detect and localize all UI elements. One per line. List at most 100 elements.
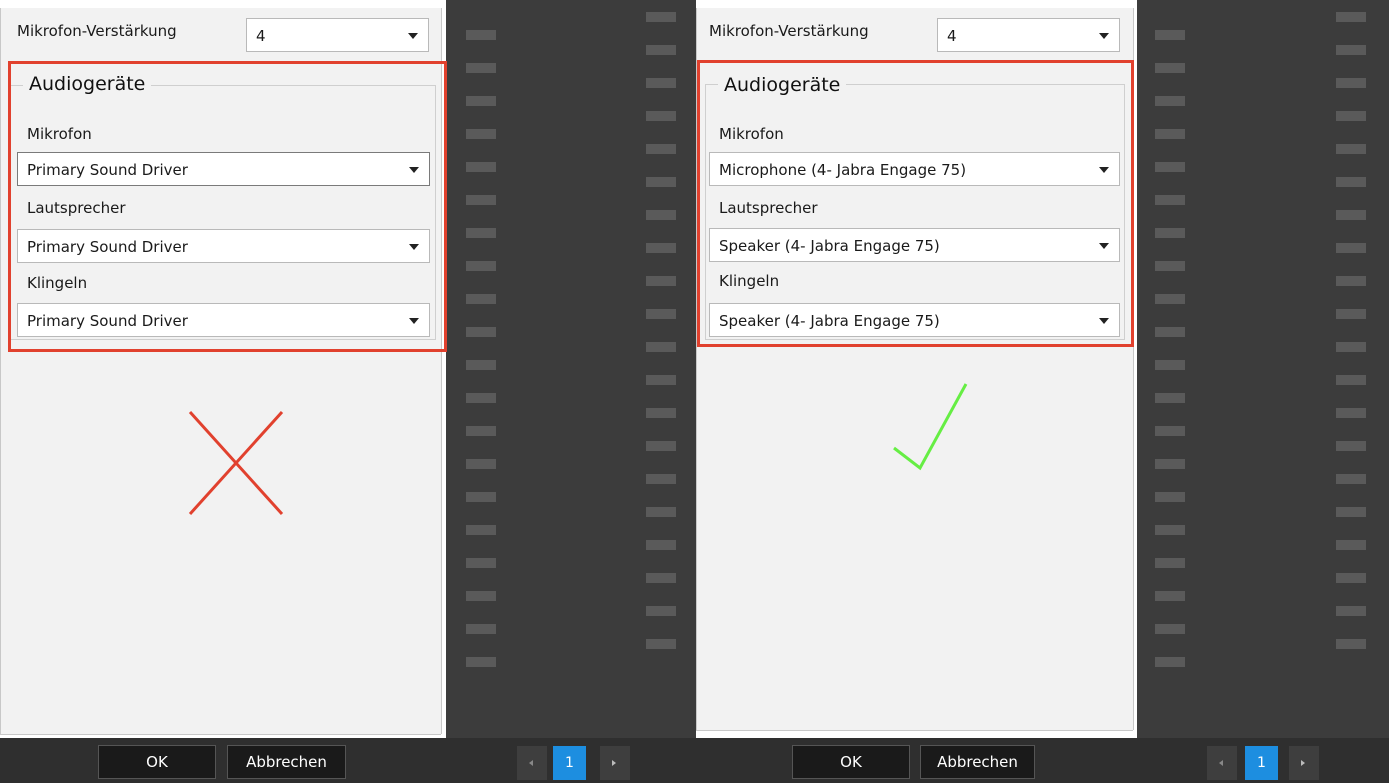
placeholder-strip: [1336, 540, 1366, 550]
placeholder-strip: [1155, 261, 1185, 271]
placeholder-strip: [1336, 111, 1366, 121]
panel-bottom-edge-left: [0, 734, 441, 735]
placeholder-strip: [1336, 375, 1366, 385]
placeholder-strip: [1155, 393, 1185, 403]
placeholder-strip: [646, 144, 676, 154]
placeholder-strip: [1336, 606, 1366, 616]
placeholder-strip: [1155, 129, 1185, 139]
placeholder-strip: [466, 360, 496, 370]
placeholder-strip: [1336, 474, 1366, 484]
placeholder-strip: [646, 276, 676, 286]
pager-next-button[interactable]: [600, 746, 630, 780]
placeholder-strip: [466, 426, 496, 436]
placeholder-strip: [646, 441, 676, 451]
placeholder-strip: [1336, 573, 1366, 583]
placeholder-strip: [1155, 624, 1185, 634]
placeholder-strip: [1155, 492, 1185, 502]
placeholder-strip: [1336, 243, 1366, 253]
placeholder-strip: [1155, 162, 1185, 172]
pager-prev-button[interactable]: [517, 746, 547, 780]
placeholder-strip: [466, 393, 496, 403]
placeholder-strip: [1336, 639, 1366, 649]
chevron-down-icon: [1099, 33, 1109, 39]
placeholder-strip: [1336, 441, 1366, 451]
placeholder-strip: [1155, 228, 1185, 238]
placeholder-strip: [1155, 360, 1185, 370]
chevron-left-icon: [529, 760, 533, 766]
placeholder-strip: [466, 96, 496, 106]
placeholder-strip: [466, 294, 496, 304]
placeholder-strip: [466, 228, 496, 238]
pager-prev-button[interactable]: [1207, 746, 1237, 780]
placeholder-strip: [1155, 327, 1185, 337]
chevron-right-icon: [612, 760, 616, 766]
chevron-down-icon: [408, 33, 418, 39]
placeholder-strip: [466, 63, 496, 73]
placeholder-strip: [1155, 525, 1185, 535]
placeholder-strip: [1336, 309, 1366, 319]
gain-select[interactable]: 4: [246, 18, 429, 52]
placeholder-strip: [1336, 210, 1366, 220]
pager-current-page[interactable]: 1: [553, 746, 586, 780]
highlight-box-right: [697, 60, 1134, 347]
panel-bottom-edge-right: [696, 730, 1133, 731]
cross-mark-icon: [188, 410, 284, 516]
placeholder-strip: [466, 162, 496, 172]
placeholder-strip: [1336, 507, 1366, 517]
placeholder-strip: [466, 657, 496, 667]
placeholder-strip: [1155, 657, 1185, 667]
placeholder-strip: [466, 459, 496, 469]
gain-label: Mikrofon-Verstärkung: [17, 22, 177, 40]
placeholder-strip: [1155, 63, 1185, 73]
placeholder-strip: [1155, 30, 1185, 40]
gain-value: 4: [947, 27, 957, 45]
placeholder-strip: [1155, 459, 1185, 469]
cancel-button[interactable]: Abbrechen: [920, 745, 1035, 779]
placeholder-strip: [466, 624, 496, 634]
placeholder-strip: [646, 507, 676, 517]
placeholder-strip: [646, 606, 676, 616]
placeholder-strip: [1336, 342, 1366, 352]
ok-button[interactable]: OK: [98, 745, 216, 779]
placeholder-strip: [466, 129, 496, 139]
placeholder-strip: [646, 12, 676, 22]
placeholder-strip: [646, 408, 676, 418]
placeholder-strip: [466, 195, 496, 205]
placeholder-strip: [646, 639, 676, 649]
ok-button[interactable]: OK: [792, 745, 910, 779]
chevron-right-icon: [1301, 760, 1305, 766]
placeholder-strip: [646, 573, 676, 583]
placeholder-strip: [646, 540, 676, 550]
placeholder-strip: [1336, 12, 1366, 22]
check-mark-icon: [893, 383, 968, 471]
gain-value: 4: [256, 27, 266, 45]
placeholder-strip: [646, 309, 676, 319]
cancel-button[interactable]: Abbrechen: [227, 745, 346, 779]
placeholder-strip: [646, 78, 676, 88]
placeholder-strip: [466, 525, 496, 535]
gain-select[interactable]: 4: [937, 18, 1120, 52]
placeholder-strip: [466, 591, 496, 601]
placeholder-strip: [1336, 78, 1366, 88]
placeholder-strip: [466, 492, 496, 502]
placeholder-strip: [1336, 45, 1366, 55]
placeholder-strip: [466, 558, 496, 568]
pager-next-button[interactable]: [1289, 746, 1319, 780]
placeholder-strip: [1155, 426, 1185, 436]
pager-current-page[interactable]: 1: [1245, 746, 1278, 780]
placeholder-strip: [1155, 558, 1185, 568]
chevron-left-icon: [1219, 760, 1223, 766]
highlight-box-left: [8, 61, 447, 352]
placeholder-strip: [1155, 294, 1185, 304]
placeholder-strip: [646, 474, 676, 484]
placeholder-strip: [1336, 177, 1366, 187]
placeholder-strip: [646, 375, 676, 385]
placeholder-strip: [466, 261, 496, 271]
placeholder-strip: [1336, 408, 1366, 418]
placeholder-strip: [466, 30, 496, 40]
placeholder-strip: [1336, 144, 1366, 154]
placeholder-strip: [466, 327, 496, 337]
placeholder-strip: [646, 45, 676, 55]
placeholder-strip: [1155, 591, 1185, 601]
placeholder-strip: [1155, 195, 1185, 205]
